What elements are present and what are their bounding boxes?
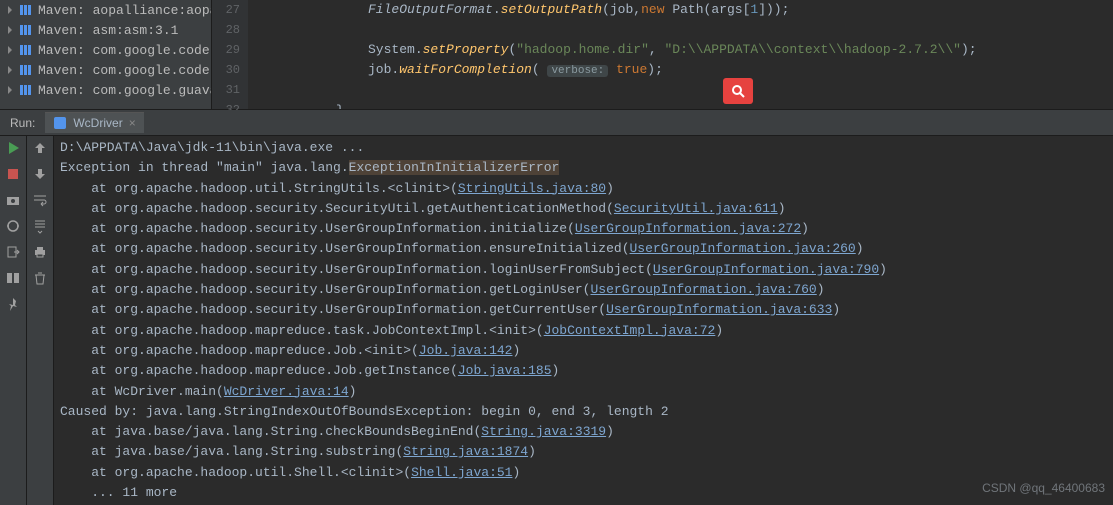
run-tab[interactable]: WcDriver × bbox=[45, 112, 143, 133]
line-gutter: 27 28 29 30 31 32 bbox=[212, 0, 248, 109]
close-icon[interactable]: × bbox=[129, 116, 136, 130]
run-toolbar-left bbox=[0, 136, 27, 505]
pin-icon[interactable] bbox=[5, 296, 21, 312]
line-no: 29 bbox=[212, 40, 240, 60]
tree-label: Maven: com.google.code.fil bbox=[38, 43, 212, 58]
tree-label: Maven: com.google.guava:g bbox=[38, 83, 212, 98]
run-header: Run: WcDriver × bbox=[0, 110, 1113, 136]
print-icon[interactable] bbox=[32, 244, 48, 260]
library-icon bbox=[18, 82, 34, 98]
line-no: 27 bbox=[212, 0, 240, 20]
chevron-right-icon bbox=[4, 4, 16, 16]
scroll-icon[interactable] bbox=[32, 218, 48, 234]
line-no: 30 bbox=[212, 60, 240, 80]
trash-icon[interactable] bbox=[32, 270, 48, 286]
library-icon bbox=[18, 62, 34, 78]
run-label: Run: bbox=[0, 116, 45, 130]
code-line: System.setProperty("hadoop.home.dir", "D… bbox=[248, 40, 1113, 60]
camera-icon[interactable] bbox=[5, 192, 21, 208]
tree-item[interactable]: Maven: aopalliance:aopalliance bbox=[0, 0, 211, 20]
code-line: job.waitForCompletion( verbose: true); bbox=[248, 60, 1113, 81]
app-icon bbox=[53, 116, 67, 130]
chevron-right-icon bbox=[4, 64, 16, 76]
run-tab-label: WcDriver bbox=[73, 116, 122, 130]
project-tree[interactable]: Maven: aopalliance:aopalliance Maven: as… bbox=[0, 0, 212, 109]
tree-label: Maven: com.google.code.gs bbox=[38, 63, 212, 78]
line-no: 31 bbox=[212, 80, 240, 100]
editor[interactable]: FileOutputFormat.setOutputPath(job,new P… bbox=[248, 0, 1113, 109]
run-toolbar-right bbox=[27, 136, 54, 505]
library-icon bbox=[18, 22, 34, 38]
code-line: } bbox=[248, 101, 1113, 109]
chevron-right-icon bbox=[4, 84, 16, 96]
tree-label: Maven: aopalliance:aopalliance bbox=[38, 3, 212, 18]
stop-icon[interactable] bbox=[5, 166, 21, 182]
chevron-right-icon bbox=[4, 24, 16, 36]
code-line: FileOutputFormat.setOutputPath(job,new P… bbox=[248, 0, 1113, 20]
exit-icon[interactable] bbox=[5, 244, 21, 260]
watermark: CSDN @qq_46400683 bbox=[982, 481, 1105, 495]
debug-icon[interactable] bbox=[5, 218, 21, 234]
tree-item[interactable]: Maven: asm:asm:3.1 bbox=[0, 20, 211, 40]
tree-label: Maven: asm:asm:3.1 bbox=[38, 23, 178, 38]
layout-icon[interactable] bbox=[5, 270, 21, 286]
wrap-icon[interactable] bbox=[32, 192, 48, 208]
tree-item[interactable]: Maven: com.google.guava:g bbox=[0, 80, 211, 100]
tree-item[interactable]: Maven: com.google.code.gs bbox=[0, 60, 211, 80]
library-icon bbox=[18, 42, 34, 58]
chevron-right-icon bbox=[4, 44, 16, 56]
line-no: 28 bbox=[212, 20, 240, 40]
play-icon[interactable] bbox=[5, 140, 21, 156]
library-icon bbox=[18, 2, 34, 18]
down-icon[interactable] bbox=[32, 166, 48, 182]
console-output[interactable]: D:\APPDATA\Java\jdk-11\bin\java.exe ...E… bbox=[54, 136, 1113, 505]
up-icon[interactable] bbox=[32, 140, 48, 156]
search-icon[interactable] bbox=[723, 78, 753, 104]
tree-item[interactable]: Maven: com.google.code.fil bbox=[0, 40, 211, 60]
